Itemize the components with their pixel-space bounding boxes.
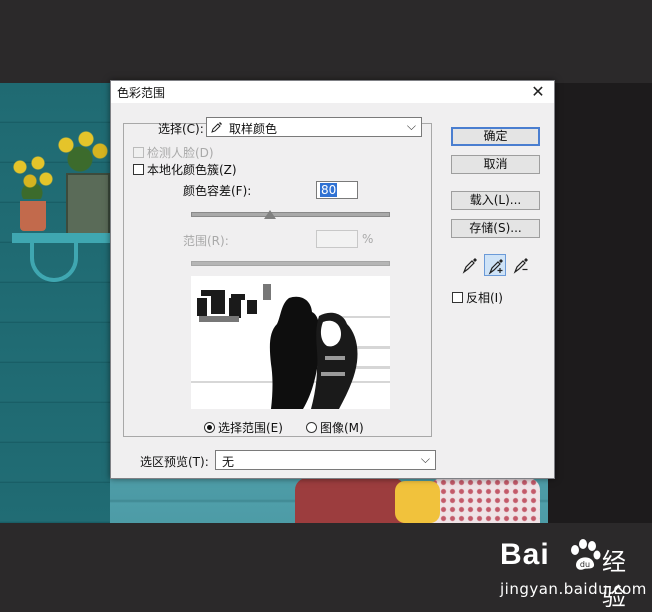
range-slider-track (191, 261, 390, 266)
range-unit: % (362, 232, 374, 246)
range-label: 范围(R): (183, 234, 229, 248)
baidu-jingyan-watermark: Bai du 经验 jingyan.baidu.com (470, 538, 647, 611)
save-button[interactable]: 存储(S)... (451, 219, 540, 238)
invert-label: 反相(I) (466, 291, 503, 305)
fuzziness-value: 80 (320, 183, 338, 197)
eyedropper-tool[interactable] (459, 254, 481, 276)
person-shirt-red (295, 478, 405, 523)
flowers-left (10, 153, 54, 199)
selection-preview-dropdown[interactable]: 无 ⌵ (215, 450, 436, 470)
color-range-dialog: 色彩范围 ✕ 选择(C): 取样颜色 ⌵ 检测人脸(D) 本地化颜色簇(Z) 颜… (110, 80, 555, 479)
close-icon[interactable]: ✕ (528, 81, 548, 103)
select-value: 取样颜色 (229, 122, 278, 136)
chevron-down-icon: ⌵ (420, 452, 430, 466)
detect-faces-checkbox (133, 147, 144, 158)
baidu-paw-icon: du (571, 539, 601, 570)
select-label: 选择(C): (158, 122, 204, 136)
flower-bouquet (395, 481, 440, 523)
eyedropper-plus-icon (488, 259, 503, 275)
selection-mask-image (191, 276, 390, 409)
flowers-right (56, 131, 110, 173)
shelf (12, 233, 110, 243)
eyedropper-add-tool[interactable] (484, 254, 506, 276)
selection-preview-value: 无 (222, 455, 235, 469)
watermark-domain: jingyan.baidu.com (500, 580, 647, 598)
image-radio[interactable] (306, 422, 317, 433)
fuzziness-slider-thumb[interactable] (263, 210, 276, 219)
fuzziness-slider-track[interactable] (191, 212, 390, 217)
fuzziness-input[interactable]: 80 (316, 181, 358, 199)
image-radio-label: 图像(M) (320, 421, 364, 435)
fuzziness-label: 颜色容差(F): (183, 184, 252, 198)
eyedropper-icon (462, 258, 477, 274)
load-button[interactable]: 载入(L)... (451, 191, 540, 210)
invert-checkbox[interactable] (452, 292, 463, 303)
localized-clusters-checkbox[interactable] (133, 164, 144, 175)
svg-text:du: du (580, 560, 590, 569)
flower-pot-right (66, 173, 110, 235)
person-shirt-floral (430, 478, 540, 523)
options-group: 选择(C): 取样颜色 ⌵ 检测人脸(D) 本地化颜色簇(Z) 颜色容差(F):… (123, 117, 432, 437)
eyedropper-subtract-tool[interactable] (510, 254, 532, 276)
ok-button[interactable]: 确定 (451, 127, 540, 146)
canvas-black-edge (548, 83, 652, 523)
dialog-title: 色彩范围 (117, 86, 166, 100)
eyedropper-minus-icon (513, 258, 528, 274)
detect-faces-label: 检测人脸(D) (147, 146, 214, 160)
flower-pot-left (20, 201, 46, 231)
dialog-titlebar[interactable]: 色彩范围 ✕ (111, 81, 554, 103)
selection-preview-label: 选区预览(T): (140, 455, 209, 469)
cancel-button[interactable]: 取消 (451, 155, 540, 174)
range-input (316, 230, 358, 248)
watermark-suffix: 经验 (602, 548, 626, 611)
selection-preview (191, 276, 390, 409)
eyedropper-icon (211, 122, 222, 133)
selection-radio[interactable] (204, 422, 215, 433)
select-dropdown[interactable]: 取样颜色 ⌵ (206, 117, 422, 137)
chevron-down-icon: ⌵ (406, 119, 416, 133)
localized-clusters-label: 本地化颜色簇(Z) (147, 163, 237, 177)
selection-radio-label: 选择范围(E) (218, 421, 283, 435)
watermark-brand: Bai (500, 538, 550, 571)
